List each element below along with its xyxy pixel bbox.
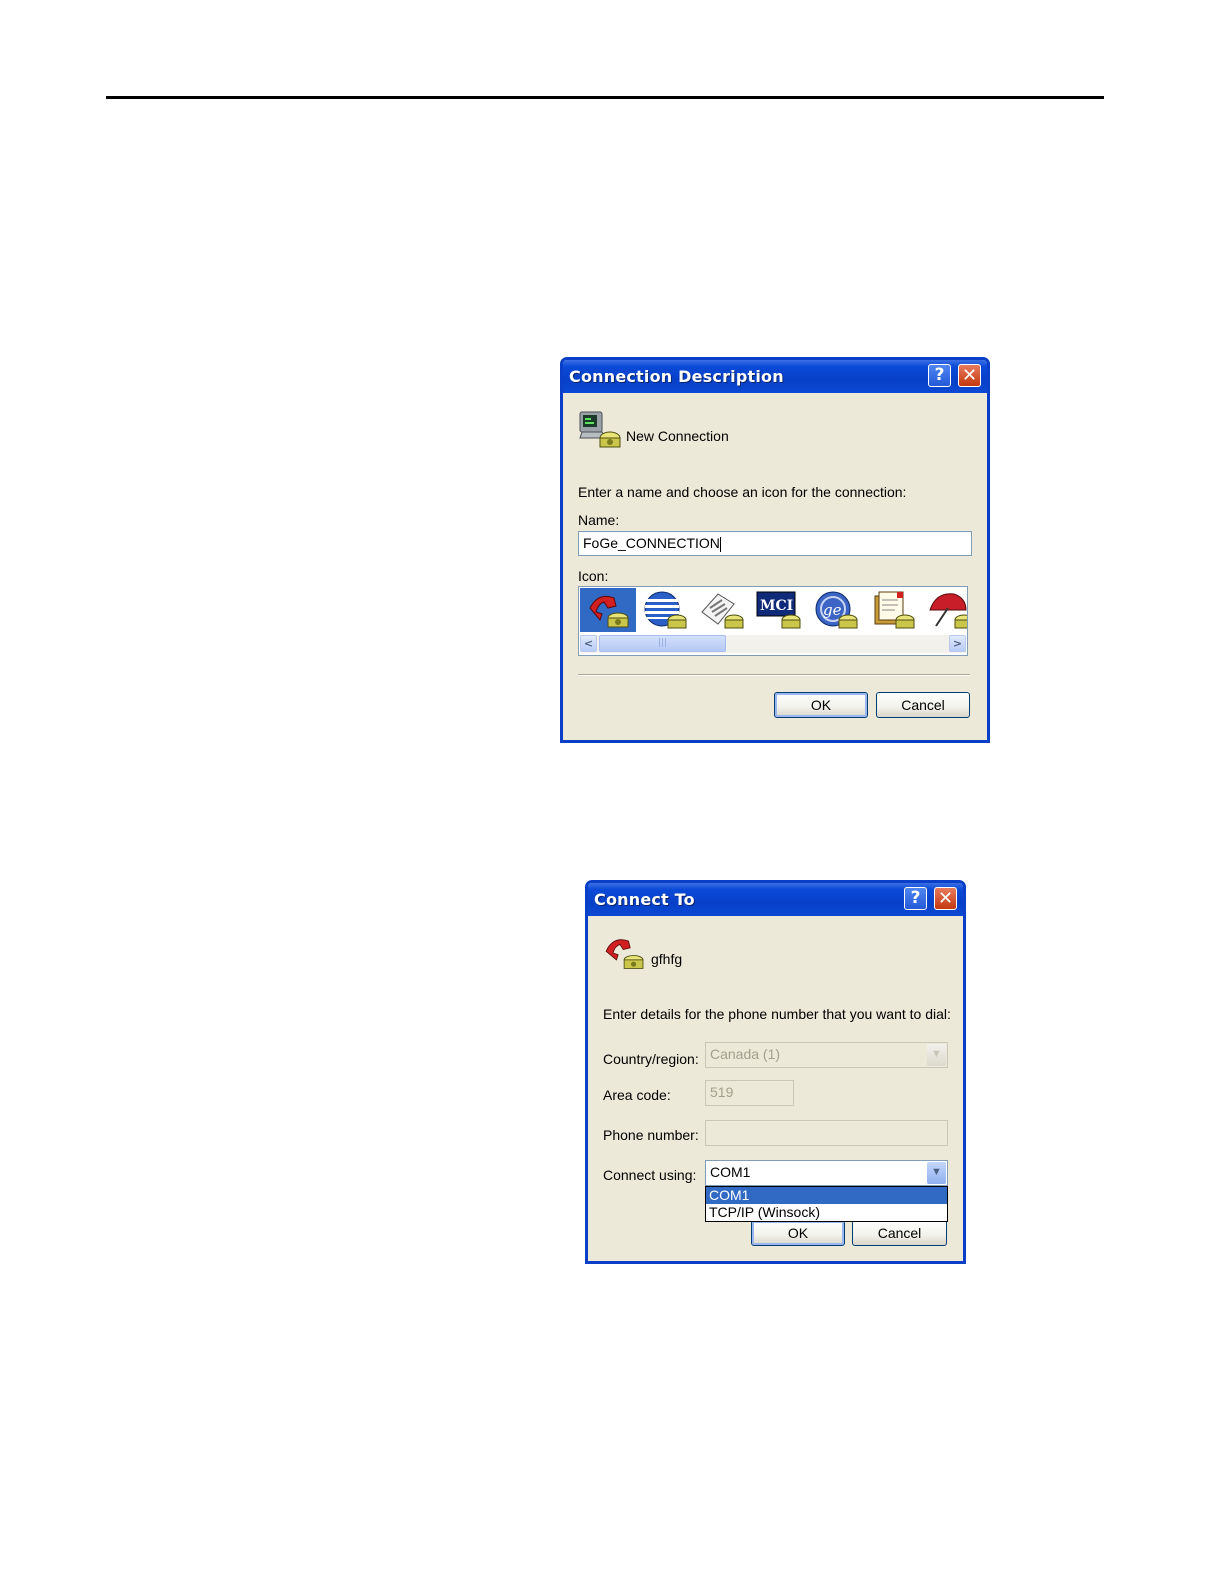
area-code-label: Area code: [603,1087,671,1103]
area-code-value: 519 [710,1084,734,1100]
red-phone-icon [605,939,644,969]
newspaper-phone-icon [701,593,744,629]
icon-option-ge[interactable]: ge [808,588,864,632]
icon-option-documents[interactable] [865,588,921,632]
scroll-left-button[interactable]: < [580,635,597,652]
instruction-text: Enter a name and choose an icon for the … [578,484,907,500]
close-button[interactable]: ✕ [958,364,981,387]
chevron-down-icon[interactable]: ▼ [927,1044,946,1066]
dialog-title: Connect To [594,890,695,909]
country-region-select[interactable]: Canada (1) ▼ [705,1042,948,1068]
connect-using-label: Connect using: [603,1167,697,1183]
dropdown-option-com1[interactable]: COM1 [706,1187,947,1204]
mci-phone-icon: MCI [756,591,801,629]
dialog-title: Connection Description [569,367,784,386]
cancel-button[interactable]: Cancel [876,692,970,718]
svg-text:MCI: MCI [760,598,793,614]
close-button[interactable]: ✕ [934,887,957,910]
scroll-thumb[interactable]: ||| [599,635,726,652]
page-top-rule [106,96,1104,99]
icon-label: Icon: [578,568,609,584]
title-bar[interactable]: Connect To ? ✕ [588,883,963,916]
connection-name-label: New Connection [626,428,729,444]
phone-number-label: Phone number: [603,1127,699,1143]
connection-name: gfhfg [651,951,683,967]
icon-list[interactable]: MCI ge < ||| > [578,586,968,656]
connect-to-dialog: Connect To ? ✕ gfhfg Enter details for t… [585,880,966,1264]
country-region-label: Country/region: [603,1051,699,1067]
area-code-input[interactable]: 519 [705,1080,794,1106]
name-label: Name: [578,512,620,528]
phone-computer-icon [579,411,621,448]
ge-phone-icon: ge [815,591,858,629]
scroll-right-button[interactable]: > [949,635,966,652]
icon-option-mci[interactable]: MCI [751,588,807,632]
instruction-text: Enter details for the phone number that … [603,1006,951,1022]
ok-button[interactable]: OK [751,1220,845,1246]
documents-phone-icon [874,591,915,629]
name-input-value: FoGe_CONNECTION [583,535,720,551]
icon-option-newspaper[interactable] [694,588,750,632]
country-region-value: Canada (1) [710,1046,781,1062]
globe-icon [644,591,687,629]
icon-list-scrollbar[interactable]: < ||| > [580,635,966,653]
name-input[interactable]: FoGe_CONNECTION [578,531,972,556]
chevron-down-icon[interactable]: ▼ [927,1162,946,1184]
connect-using-select[interactable]: COM1 ▼ [705,1160,948,1186]
icon-option-umbrella[interactable] [922,588,967,632]
help-button[interactable]: ? [928,364,951,387]
text-cursor [719,536,721,552]
dropdown-option-tcpip[interactable]: TCP/IP (Winsock) [706,1204,947,1221]
svg-text:ge: ge [823,601,842,619]
cancel-button[interactable]: Cancel [852,1220,947,1246]
phone-number-input[interactable] [705,1120,948,1146]
icon-option-red-phone[interactable] [580,588,636,632]
title-bar[interactable]: Connection Description ? ✕ [563,360,987,393]
red-phone-icon [589,595,629,628]
icon-option-globe[interactable] [637,588,693,632]
separator [578,674,970,676]
connection-description-dialog: Connection Description ? ✕ New Connectio… [560,357,990,743]
umbrella-phone-icon [929,593,967,629]
connect-using-value: COM1 [710,1164,751,1180]
help-button[interactable]: ? [904,887,927,910]
connect-using-dropdown-list: COM1 TCP/IP (Winsock) [705,1186,948,1222]
ok-button[interactable]: OK [774,692,868,718]
